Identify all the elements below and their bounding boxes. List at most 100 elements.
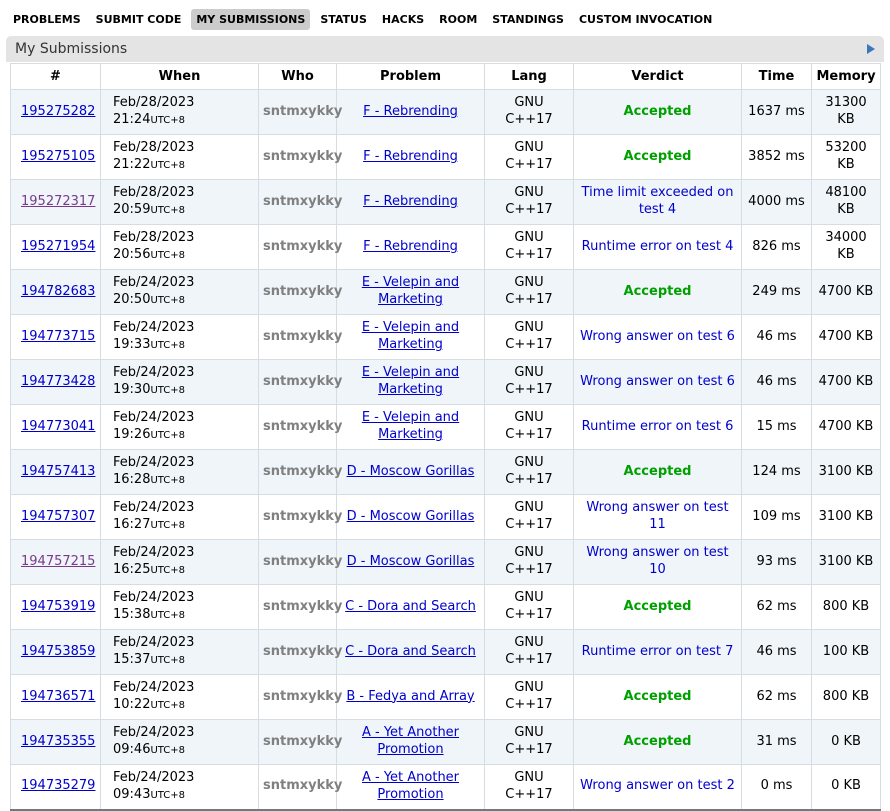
user-link[interactable]: sntmxykky <box>263 284 342 299</box>
problem-link[interactable]: F - Rebrending <box>363 239 458 254</box>
nav-item-custom-invocation[interactable]: CUSTOM INVOCATION <box>574 9 717 30</box>
user-link[interactable]: sntmxykky <box>263 734 342 749</box>
nav-item-submit-code[interactable]: SUBMIT CODE <box>91 9 187 30</box>
memory-used: 3100 KB <box>812 450 881 495</box>
problem-link[interactable]: E - Velepin and Marketing <box>362 275 459 307</box>
problem-link[interactable]: D - Moscow Gorillas <box>347 509 475 524</box>
nav-item-standings[interactable]: STANDINGS <box>487 9 569 30</box>
submission-date: Feb/24/2023 <box>113 545 254 562</box>
column-header-memory: Memory <box>812 64 881 90</box>
user-link[interactable]: sntmxykky <box>263 104 342 119</box>
nav-item-hacks[interactable]: HACKS <box>377 9 429 30</box>
nav-item-my-submissions[interactable]: MY SUBMISSIONS <box>191 9 310 30</box>
submission-row: 194757215 Feb/24/2023 16:25UTC+8 sntmxyk… <box>11 540 881 585</box>
submission-id-link[interactable]: 194757215 <box>21 554 95 569</box>
submission-when: Feb/28/2023 20:56UTC+8 <box>101 225 259 270</box>
submission-when: Feb/24/2023 16:27UTC+8 <box>101 495 259 540</box>
language-label: GNU C++17 <box>502 95 556 129</box>
submission-time: 10:22 <box>113 697 150 712</box>
submission-when: Feb/24/2023 19:33UTC+8 <box>101 315 259 360</box>
expand-filter-arrow-icon[interactable] <box>867 44 875 54</box>
user-link[interactable]: sntmxykky <box>263 599 342 614</box>
submission-id-link[interactable]: 194735279 <box>21 778 95 793</box>
submission-id-link[interactable]: 194753919 <box>21 599 95 614</box>
submission-row: 195271954 Feb/28/2023 20:56UTC+8 sntmxyk… <box>11 225 881 270</box>
problem-link[interactable]: A - Yet Another Promotion <box>362 725 459 757</box>
problem-link[interactable]: A - Yet Another Promotion <box>362 770 459 802</box>
language-label: GNU C++17 <box>502 185 556 219</box>
submission-date: Feb/24/2023 <box>113 275 254 292</box>
problem-link[interactable]: F - Rebrending <box>363 194 458 209</box>
memory-used: 0 KB <box>812 765 881 810</box>
verdict-label: Runtime error on test 6 <box>582 419 734 434</box>
problem-link[interactable]: C - Dora and Search <box>345 599 476 614</box>
user-link[interactable]: sntmxykky <box>263 644 342 659</box>
user-link[interactable]: sntmxykky <box>263 374 342 389</box>
column-header-lang: Lang <box>485 64 574 90</box>
user-link[interactable]: sntmxykky <box>263 464 342 479</box>
user-link[interactable]: sntmxykky <box>263 419 342 434</box>
column-header-when: When <box>101 64 259 90</box>
nav-item-problems[interactable]: PROBLEMS <box>8 9 86 30</box>
problem-link[interactable]: F - Rebrending <box>363 149 458 164</box>
exec-time: 46 ms <box>742 630 812 675</box>
submission-timezone: UTC+8 <box>150 295 185 306</box>
submission-id-link[interactable]: 194736571 <box>21 689 95 704</box>
problem-link[interactable]: D - Moscow Gorillas <box>347 464 475 479</box>
problem-link[interactable]: C - Dora and Search <box>345 644 476 659</box>
exec-time: 31 ms <box>742 720 812 765</box>
user-link[interactable]: sntmxykky <box>263 149 342 164</box>
submission-id-link[interactable]: 195275105 <box>21 149 95 164</box>
submission-time: 21:22 <box>113 157 150 172</box>
submission-id-link[interactable]: 194773041 <box>21 419 95 434</box>
nav-item-room[interactable]: ROOM <box>434 9 482 30</box>
user-link[interactable]: sntmxykky <box>263 329 342 344</box>
submission-id-link[interactable]: 194773715 <box>21 329 95 344</box>
submission-row: 194735279 Feb/24/2023 09:43UTC+8 sntmxyk… <box>11 765 881 810</box>
submission-id-link[interactable]: 194782683 <box>21 284 95 299</box>
memory-used: 48100 KB <box>812 180 881 225</box>
submission-date: Feb/28/2023 <box>113 185 254 202</box>
submission-id-link[interactable]: 195275282 <box>21 104 95 119</box>
exec-time: 249 ms <box>742 270 812 315</box>
exec-time: 0 ms <box>742 765 812 810</box>
exec-time: 1637 ms <box>742 90 812 135</box>
user-link[interactable]: sntmxykky <box>263 509 342 524</box>
submission-id-link[interactable]: 195271954 <box>21 239 95 254</box>
submission-row: 194782683 Feb/24/2023 20:50UTC+8 sntmxyk… <box>11 270 881 315</box>
verdict-label: Wrong answer on test 2 <box>580 778 735 793</box>
table-header-row: #WhenWhoProblemLangVerdictTimeMemory <box>11 64 881 90</box>
submission-id-link[interactable]: 195272317 <box>21 194 95 209</box>
language-label: GNU C++17 <box>502 275 556 309</box>
user-link[interactable]: sntmxykky <box>263 239 342 254</box>
user-link[interactable]: sntmxykky <box>263 194 342 209</box>
problem-link[interactable]: E - Velepin and Marketing <box>362 320 459 352</box>
problem-link[interactable]: B - Fedya and Array <box>346 689 474 704</box>
submission-time: 21:24 <box>113 112 150 127</box>
problem-link[interactable]: D - Moscow Gorillas <box>347 554 475 569</box>
submission-time: 20:50 <box>113 292 150 307</box>
nav-item-status[interactable]: STATUS <box>315 9 372 30</box>
exec-time: 4000 ms <box>742 180 812 225</box>
exec-time: 62 ms <box>742 585 812 630</box>
exec-time: 46 ms <box>742 360 812 405</box>
submission-timezone: UTC+8 <box>150 385 185 396</box>
problem-link[interactable]: E - Velepin and Marketing <box>362 365 459 397</box>
problem-link[interactable]: F - Rebrending <box>363 104 458 119</box>
user-link[interactable]: sntmxykky <box>263 778 342 793</box>
submission-id-link[interactable]: 194757307 <box>21 509 95 524</box>
language-label: GNU C++17 <box>502 635 556 669</box>
submission-id-link[interactable]: 194735355 <box>21 734 95 749</box>
submission-timezone: UTC+8 <box>150 520 185 531</box>
submission-date: Feb/24/2023 <box>113 725 254 742</box>
submission-id-link[interactable]: 194773428 <box>21 374 95 389</box>
problem-link[interactable]: E - Velepin and Marketing <box>362 410 459 442</box>
user-link[interactable]: sntmxykky <box>263 689 342 704</box>
exec-time: 93 ms <box>742 540 812 585</box>
submission-id-link[interactable]: 194753859 <box>21 644 95 659</box>
submission-timezone: UTC+8 <box>150 340 185 351</box>
exec-time: 109 ms <box>742 495 812 540</box>
user-link[interactable]: sntmxykky <box>263 554 342 569</box>
memory-used: 34000 KB <box>812 225 881 270</box>
submission-id-link[interactable]: 194757413 <box>21 464 95 479</box>
